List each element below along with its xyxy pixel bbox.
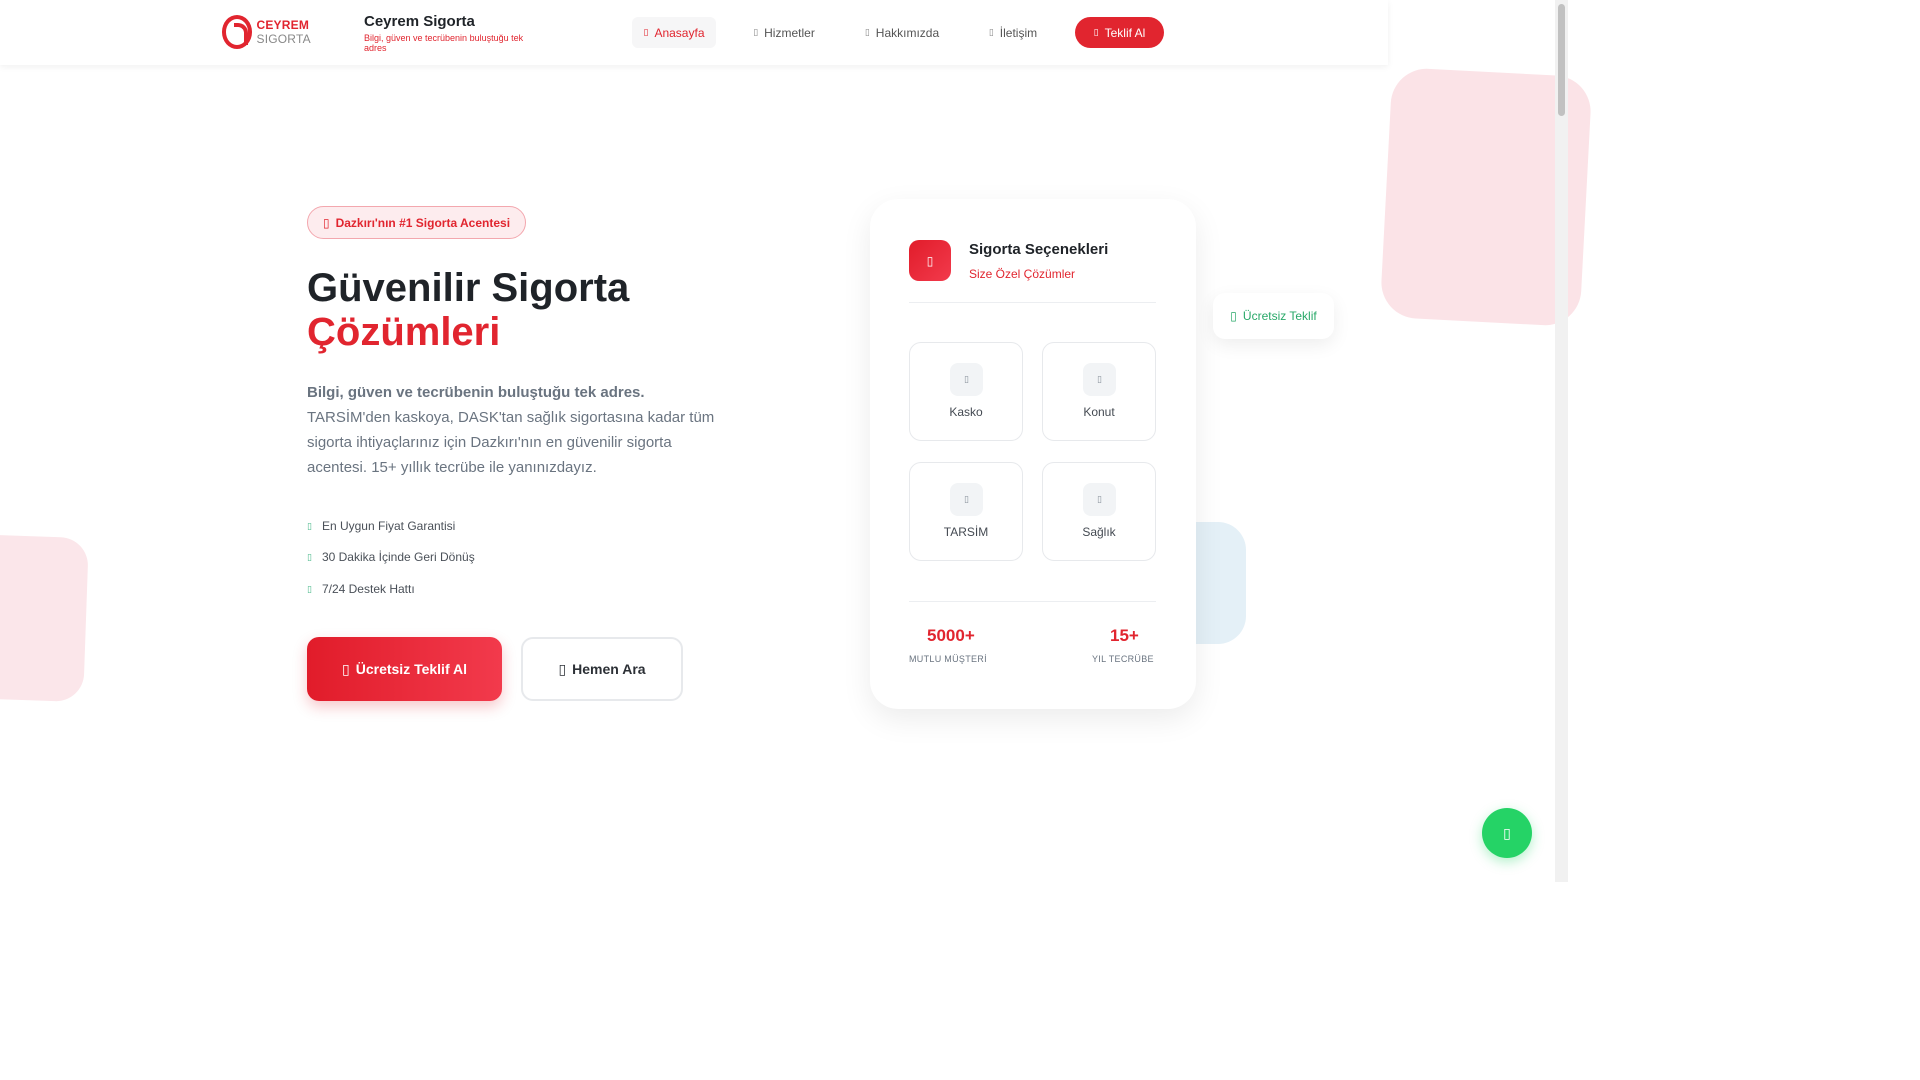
- quote-icon: ▯: [1093, 27, 1099, 37]
- check-icon: ▯: [307, 583, 312, 594]
- free-quote-button[interactable]: ▯ Ücretsiz Teklif Al: [307, 637, 502, 701]
- check-icon: ▯: [307, 551, 312, 562]
- card-title: Sigorta Seçenekleri: [969, 241, 1109, 258]
- tile-label: Kasko: [949, 405, 983, 419]
- feature-label: 30 Dakika İçinde Geri Dönüş: [321, 550, 475, 564]
- hero-lead: Bilgi, güven ve tecrübenin buluştuğu tek…: [307, 380, 717, 480]
- free-quote-chip-label: Ücretsiz Teklif: [1242, 309, 1317, 323]
- scrollbar-thumb[interactable]: [1558, 4, 1565, 116]
- brand-tagline: Bilgi, güven ve tecrübenin buluştuğu tek…: [364, 33, 524, 53]
- nav-about-label: Hakkımızda: [875, 25, 940, 40]
- nav-home-label: Anasayfa: [654, 25, 705, 40]
- feature-item: ▯ 7/24 Destek Hattı: [307, 582, 415, 596]
- logo[interactable]: CEYREM SIGORTA: [222, 15, 352, 49]
- contact-icon: ▯: [988, 27, 994, 37]
- divider: [909, 302, 1156, 303]
- brand-name: Ceyrem Sigorta: [364, 13, 475, 30]
- feature-item: ▯ En Uygun Fiyat Garantisi: [307, 519, 455, 533]
- hero-title: Güvenilir Sigorta Çözümleri: [307, 266, 629, 354]
- stat-customers-label: MUTLU MÜŞTERİ: [909, 654, 987, 664]
- hero-title-line2: Çözümleri: [307, 310, 501, 354]
- nav-services[interactable]: ▯ Hizmetler: [748, 17, 820, 48]
- hero-badge: ▯ Dazkırı'nın #1 Sigorta Acentesi: [307, 206, 526, 239]
- nav-contact[interactable]: ▯ İletişim: [984, 17, 1042, 48]
- home-icon: ▯: [643, 27, 649, 37]
- check-icon: ▯: [1230, 309, 1237, 323]
- free-quote-button-label: Ücretsiz Teklif Al: [355, 661, 467, 677]
- hero-lead-strong: Bilgi, güven ve tecrübenin buluştuğu tek…: [307, 384, 645, 401]
- feature-item: ▯ 30 Dakika İçinde Geri Dönüş: [307, 550, 475, 564]
- tile-saglik[interactable]: ▯ Sağlık: [1042, 462, 1156, 561]
- logo-text-primary: CEYREM: [256, 18, 310, 32]
- tile-label: Konut: [1083, 405, 1115, 419]
- divider: [909, 601, 1156, 602]
- car-icon: ▯: [950, 363, 983, 396]
- nav-quote-label: Teklif Al: [1104, 25, 1146, 40]
- nav-contact-label: İletişim: [999, 25, 1038, 40]
- hero-title-line1: Güvenilir Sigorta: [307, 266, 630, 310]
- feature-label: En Uygun Fiyat Garantisi: [321, 519, 456, 533]
- tile-tarsim[interactable]: ▯ TARSİM: [909, 462, 1023, 561]
- logo-mark-icon: [222, 15, 253, 49]
- about-icon: ▯: [864, 27, 870, 37]
- services-icon: ▯: [753, 27, 759, 37]
- tile-kasko[interactable]: ▯ Kasko: [909, 342, 1023, 441]
- hero-lead-text: TARSİM'den kaskoya, DASK'tan sağlık sigo…: [307, 409, 715, 476]
- heart-icon: ▯: [1083, 483, 1116, 516]
- nav-home[interactable]: ▯ Anasayfa: [632, 17, 716, 48]
- logo-text: CEYREM SIGORTA: [256, 18, 352, 46]
- card-subtitle: Size Özel Çözümler: [969, 267, 1076, 281]
- whatsapp-icon: ▯: [1503, 824, 1511, 841]
- nav-about[interactable]: ▯ Hakkımızda: [860, 17, 944, 48]
- insurance-options-card: ▯ Sigorta Seçenekleri Size Özel Çözümler…: [870, 199, 1196, 709]
- feature-label: 7/24 Destek Hattı: [321, 582, 415, 596]
- site-header: CEYREM SIGORTA Ceyrem Sigorta Bilgi, güv…: [0, 0, 1388, 65]
- tile-label: TARSİM: [943, 525, 989, 539]
- phone-icon: ▯: [558, 660, 567, 677]
- stat-customers-value: 5000+: [927, 626, 975, 645]
- home-icon: ▯: [1083, 363, 1116, 396]
- call-now-button-label: Hemen Ara: [572, 661, 646, 677]
- logo-text-secondary: SIGORTA: [256, 32, 311, 46]
- award-icon: ▯: [322, 215, 330, 230]
- quote-icon: ▯: [342, 660, 350, 677]
- scrollbar[interactable]: [1555, 0, 1568, 882]
- decorative-blob-bottom-left: [0, 533, 89, 703]
- tile-konut[interactable]: ▯ Konut: [1042, 342, 1156, 441]
- check-icon: ▯: [307, 520, 312, 531]
- tractor-icon: ▯: [950, 483, 983, 516]
- call-now-button[interactable]: ▯ Hemen Ara: [521, 637, 683, 701]
- hero-badge-label: Dazkırı'nın #1 Sigorta Acentesi: [335, 215, 511, 230]
- tile-label: Sağlık: [1082, 525, 1116, 539]
- stat-experience-label: YIL TECRÜBE: [1092, 654, 1154, 664]
- free-quote-chip[interactable]: ▯ Ücretsiz Teklif: [1213, 293, 1334, 339]
- stat-experience-value: 15+: [1110, 626, 1139, 645]
- whatsapp-button[interactable]: ▯: [1482, 808, 1532, 858]
- shield-icon: ▯: [909, 240, 951, 281]
- nav-services-label: Hizmetler: [764, 25, 815, 40]
- nav-quote-button[interactable]: ▯ Teklif Al: [1075, 17, 1164, 48]
